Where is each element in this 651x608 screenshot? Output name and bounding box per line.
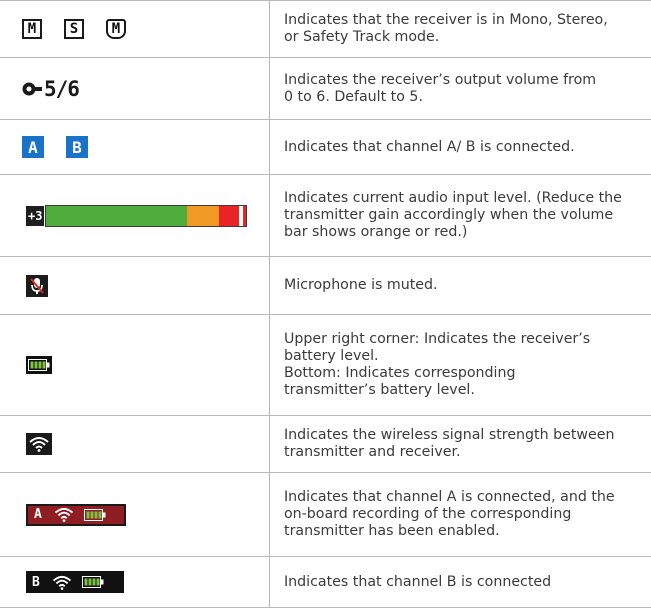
table-row: +3 Indicates current audio input level. … [0,175,651,257]
description-cell: Indicates the receiver’s output volume f… [270,58,651,119]
description-cell: Indicates that the receiver is in Mono, … [270,1,651,57]
level-label: +3 [26,205,45,226]
channel-a-label: A [34,507,42,522]
level-bar [45,204,248,227]
table-row: 5/6 Indicates the receiver’s output volu… [0,58,651,120]
description-text: Indicates that channel A/ B is connected… [284,138,575,155]
table-row: Microphone is muted. [0,257,651,315]
description-cell: Indicates that channel B is connected [270,557,651,607]
battery-icon [81,576,104,588]
channel-a-icon: A [22,136,44,158]
icon-cell [0,416,270,472]
icon-cell: B [0,557,270,607]
wifi-signal-icon [26,433,52,455]
description-text: Indicates that channel B is connected [284,573,552,590]
description-text: Indicates that channel A is connected, a… [284,489,615,539]
icon-cell: M S M [0,1,270,57]
icon-cell [0,257,270,314]
description-cell: Microphone is muted. [270,257,651,314]
channel-b-status: B [26,571,124,593]
icon-cell: A B [0,120,270,174]
description-cell: Upper right corner: Indicates the receiv… [270,315,651,415]
table-row: M S M Indicates that the receiver is in … [0,0,651,58]
description-text: Upper right corner: Indicates the receiv… [284,331,591,398]
description-cell: Indicates the wireless signal strength b… [270,416,651,472]
description-text: Indicates the receiver’s output volume f… [284,71,597,105]
icon-cell [0,315,270,415]
description-text: Indicates that the receiver is in Mono, … [284,12,608,45]
description-cell: Indicates that channel A/ B is connected… [270,120,651,174]
table-row: Upper right corner: Indicates the receiv… [0,315,651,416]
description-cell: Indicates that channel A is connected, a… [270,473,651,556]
level-green-segment [46,205,188,226]
level-peak-marker [243,205,247,226]
icon-cell: A [0,473,270,556]
channel-b-icon: B [66,136,88,158]
table-row: A B Indicates that channel A/ B is conne… [0,120,651,175]
channel-b-label: B [32,574,40,590]
wifi-signal-icon [54,507,73,522]
volume-value: 5/6 [44,76,80,101]
level-red-segment [219,205,240,226]
icon-legend-table: M S M Indicates that the receiver is in … [0,0,651,608]
icon-cell: +3 [0,175,270,256]
icon-cell: 5/6 [0,58,270,119]
table-row: A Indicates that channel A is connected,… [0,473,651,557]
output-volume-indicator: 5/6 [22,76,80,101]
description-text: Indicates current audio input level. (Re… [284,190,622,240]
audio-level-meter: +3 [26,204,248,227]
stereo-mode-icon: S [64,19,84,39]
description-cell: Indicates current audio input level. (Re… [270,175,651,256]
description-text: Microphone is muted. [284,277,438,293]
wifi-signal-icon [52,575,71,590]
level-orange-segment [187,205,220,226]
battery-icon [83,508,106,521]
channel-a-recording-status: A [26,503,126,526]
table-row: Indicates the wireless signal strength b… [0,416,651,473]
description-text: Indicates the wireless signal strength b… [284,427,615,460]
table-row: B Indicates that channel B is connected [0,557,651,608]
safety-track-mode-icon: M [106,19,126,39]
battery-icon [26,356,52,374]
output-volume-icon [22,82,42,95]
mono-mode-icon: M [22,19,42,39]
mic-muted-icon [26,274,48,297]
